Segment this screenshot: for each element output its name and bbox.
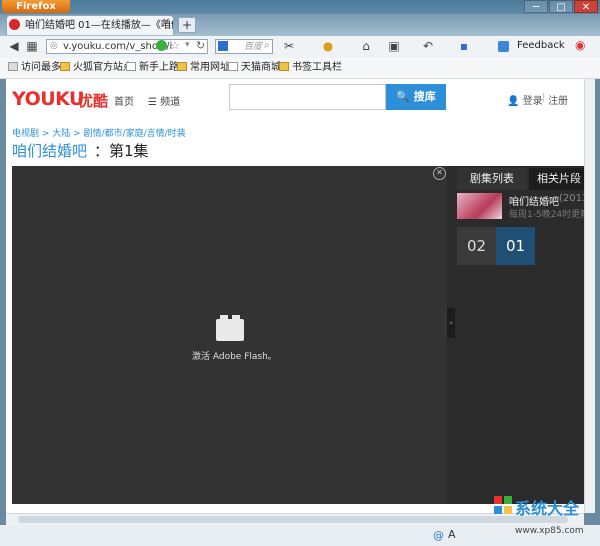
screenshot-icon[interactable]: ✂ [281, 38, 297, 54]
bookmark-label: 常用网址 [190, 62, 230, 73]
register-link[interactable]: 注册 [548, 92, 568, 107]
history-icon[interactable]: ▦ [24, 38, 40, 54]
bookmark-getting-started[interactable]: 新手上路 [126, 61, 179, 75]
sidebar-schedule: 每周1-5晚24时更新2 [509, 210, 595, 220]
weibo-icon[interactable]: ◉ [575, 38, 585, 52]
site-search-button[interactable]: 🔍 搜库 [386, 84, 446, 110]
plugin-lego-icon[interactable] [216, 319, 244, 341]
addon-bar-icon[interactable]: @ [433, 529, 444, 542]
bookmark-label: 火狐官方站点 [73, 62, 133, 73]
episode-title: ：第1集 [94, 142, 149, 160]
font-icon[interactable]: A [448, 528, 456, 541]
bookmark-most-visited[interactable]: 访问最多 [8, 61, 61, 75]
watermark-url: www.xp85.com [515, 526, 584, 536]
horizontal-scroll-thumb[interactable] [18, 516, 568, 523]
bookmark-label: 访问最多 [21, 62, 61, 73]
plugin-stud-left [220, 315, 228, 320]
windows-logo-icon [494, 496, 512, 514]
window-icon[interactable]: ▣ [386, 38, 402, 54]
addon-icon[interactable]: ● [320, 38, 336, 54]
episode-button-01[interactable]: 01 [496, 227, 535, 265]
bookmark-label: 书签工具栏 [292, 62, 342, 73]
youku-logo[interactable]: YOUKU [12, 88, 84, 110]
baidu-icon[interactable] [218, 41, 228, 51]
youku-logo-cn[interactable]: 优酷 [78, 90, 108, 111]
header-divider: | [542, 92, 546, 103]
sidebar-collapse-button[interactable]: » [447, 308, 455, 338]
close-window-button[interactable]: ✕ [574, 0, 598, 13]
feedback-button[interactable]: Feedback [517, 40, 565, 51]
url-bar[interactable]: v.youku.com/v_show/i [46, 39, 208, 54]
folder-icon [279, 62, 289, 71]
tab-related-clips[interactable]: 相关片段 [529, 168, 589, 190]
dropdown-icon[interactable]: ▾ [185, 40, 190, 50]
bookmark-tmall[interactable]: 天猫商城 [228, 61, 281, 75]
apps-grid-icon[interactable]: ▪ [456, 38, 472, 54]
activate-flash-message[interactable]: 激活 Adobe Flash。 [192, 349, 277, 362]
player-close-icon[interactable]: ✕ [433, 167, 446, 180]
undo-close-icon[interactable]: ↶ [420, 38, 436, 54]
show-title-link[interactable]: 咱们结婚吧 [12, 140, 87, 161]
search-glass-icon[interactable]: ⌕ [264, 40, 270, 51]
minimize-button[interactable]: ─ [524, 0, 548, 13]
page-icon [126, 62, 136, 71]
new-tab-button[interactable]: + [178, 17, 196, 33]
tab-close-icon[interactable]: ✕ [162, 17, 170, 28]
breadcrumb[interactable]: 电视剧 > 大陆 > 剧情/都市/家庭/言情/时装 [12, 126, 186, 139]
reload-icon[interactable]: ↻ [196, 39, 205, 52]
show-thumbnail[interactable] [457, 193, 502, 219]
globe-icon: ◎ [50, 41, 58, 51]
youku-favicon-icon [9, 19, 20, 30]
bookmark-toolbar-folder[interactable]: 书签工具栏 [279, 61, 342, 75]
episode-button-02[interactable]: 02 [457, 227, 496, 265]
sidebar-show-name[interactable]: 咱们结婚吧 [509, 193, 559, 208]
plugin-stud-right [232, 315, 240, 320]
nav-home-link[interactable]: 首页 [114, 93, 134, 108]
back-arrow-icon[interactable]: ◀ [6, 38, 22, 54]
site-search-input[interactable] [229, 84, 386, 110]
login-link[interactable]: 👤 登录 [507, 92, 543, 107]
home-icon[interactable]: ⌂ [358, 38, 374, 54]
page-icon [228, 62, 238, 71]
bookmark-star-icon[interactable]: ☆ [170, 39, 180, 52]
watermark-text: 系统大全 [515, 499, 580, 518]
tab-episode-list[interactable]: 剧集列表 [457, 168, 527, 190]
firefox-menu-button[interactable]: Firefox [2, 0, 70, 13]
go-icon[interactable] [156, 40, 167, 51]
feedback-icon [498, 41, 509, 52]
nav-channel-link[interactable]: ☰ 频道 [148, 93, 180, 108]
bookmark-label: 天猫商城 [241, 62, 281, 73]
folder-icon [60, 62, 70, 71]
browser-tab[interactable]: 咱们结婚吧 01—在线播放—《咱们结婚... [6, 15, 174, 35]
folder-icon [177, 62, 187, 71]
window-titlebar [0, 0, 600, 14]
bookmark-common-sites[interactable]: 常用网址 [177, 61, 230, 75]
bookmark-firefox-site[interactable]: 火狐官方站点 [60, 61, 133, 75]
status-bar [0, 525, 600, 546]
maximize-button[interactable]: □ [549, 0, 573, 13]
vertical-scrollbar[interactable] [584, 79, 595, 513]
gear-icon [8, 62, 18, 71]
bookmark-label: 新手上路 [139, 62, 179, 73]
